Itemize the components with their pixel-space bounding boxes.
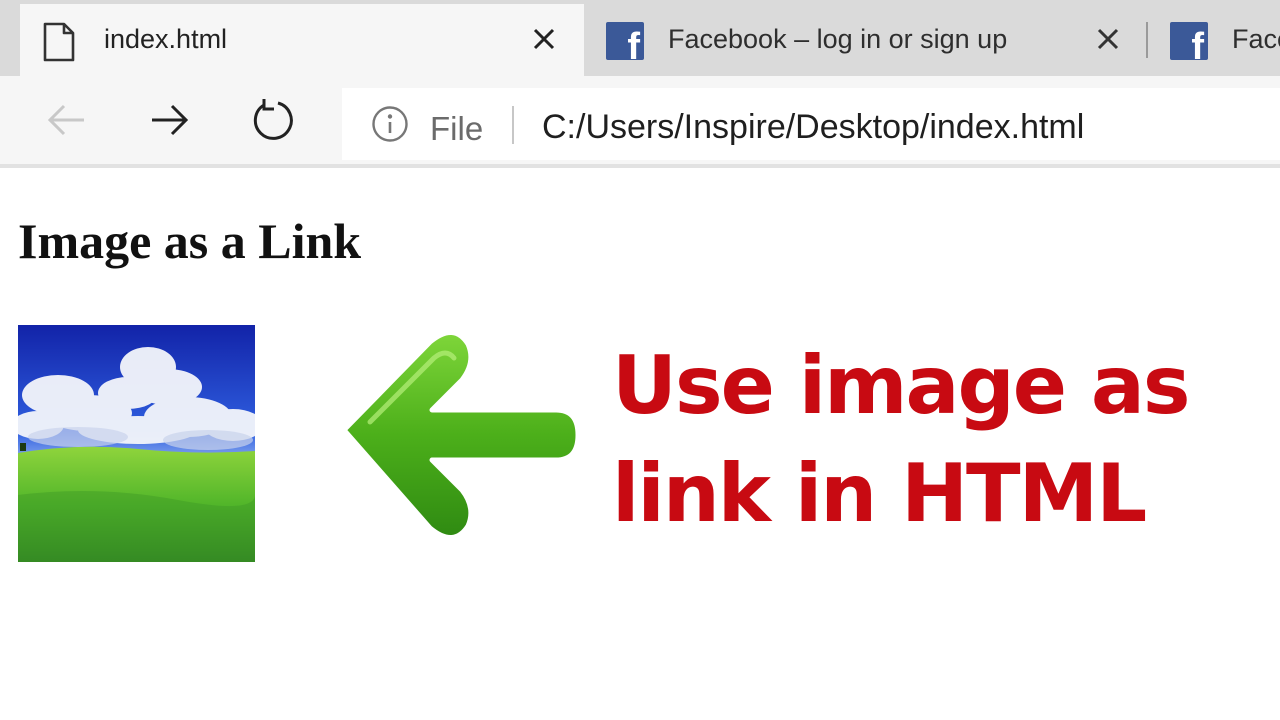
address-scheme-label: File — [430, 110, 484, 147]
back-arrow-icon — [44, 102, 88, 143]
tab-facebook-2[interactable]: f Face — [1148, 4, 1280, 76]
caption-line-2: link in HTML — [612, 447, 1147, 540]
tab-title: Face — [1232, 24, 1280, 54]
tab-strip: index.html f Facebook – log in or sign u… — [0, 0, 1280, 76]
refresh-button[interactable] — [247, 96, 299, 148]
tutorial-caption: Use image as link in HTML — [612, 332, 1190, 548]
forward-arrow-icon — [148, 102, 192, 143]
landscape-image[interactable] — [18, 325, 255, 562]
browser-toolbar: File C:/Users/Inspire/Desktop/index.html — [0, 76, 1280, 166]
close-tab-icon[interactable] — [1093, 24, 1123, 54]
left-arrow-icon — [341, 330, 581, 540]
toolbar-border — [0, 164, 1280, 168]
image-link[interactable] — [18, 325, 255, 562]
document-icon — [42, 22, 76, 62]
tab-index-html[interactable]: index.html — [20, 4, 584, 76]
facebook-icon: f — [1170, 22, 1208, 60]
address-bar[interactable]: File C:/Users/Inspire/Desktop/index.html — [342, 88, 1280, 160]
refresh-icon — [251, 98, 295, 147]
address-divider — [512, 106, 514, 144]
facebook-icon: f — [606, 22, 644, 60]
tab-facebook[interactable]: f Facebook – log in or sign up — [584, 4, 1144, 76]
back-button[interactable] — [40, 96, 92, 148]
forward-button[interactable] — [144, 96, 196, 148]
caption-line-1: Use image as — [612, 339, 1190, 432]
close-tab-icon[interactable] — [529, 24, 559, 54]
tab-title: index.html — [104, 24, 228, 54]
page-heading: Image as a Link — [18, 213, 362, 269]
address-url[interactable]: C:/Users/Inspire/Desktop/index.html — [542, 108, 1084, 147]
info-icon[interactable] — [370, 104, 410, 149]
tab-title: Facebook – log in or sign up — [668, 24, 1008, 54]
